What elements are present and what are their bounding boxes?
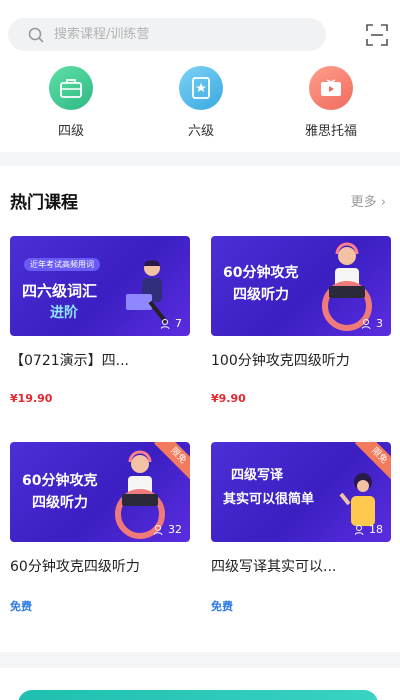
banner-line1: 四六级词汇 [22, 282, 98, 300]
learner-count: 7 [161, 317, 182, 330]
banner-line2: 四级听力 [32, 495, 88, 511]
course-card[interactable]: 四级写译 其实可以很简单 限免 18 四级写译其实可以... 免费 [211, 442, 391, 614]
course-banner: 近年考试高频用词 四六级词汇 进阶 7 [10, 236, 190, 336]
top-panel: 四级 六级 雅思托福 [0, 0, 400, 152]
category-cet6[interactable]: 六级 [156, 66, 246, 139]
banner-tag: 近年考试高频用词 [24, 258, 100, 271]
course-title: 100分钟攻克四级听力 [211, 353, 350, 369]
category-label: 六级 [187, 124, 214, 139]
category-ielts-toefl[interactable]: 雅思托福 [286, 66, 376, 139]
user-icon [154, 524, 163, 535]
course-price: ¥19.90 [10, 392, 53, 405]
course-banner: 60分钟攻克 四级听力 限免 32 [10, 442, 190, 542]
course-banner: 60分钟攻克 四级听力 3 [211, 236, 391, 336]
course-title: 【0721演示】四... [10, 353, 129, 369]
course-title: 60分钟攻克四级听力 [10, 559, 140, 575]
hot-courses-section: 热门课程 更多 › 近年考试高频用词 四六级词汇 进阶 7 【0721演示】四.… [0, 166, 400, 652]
user-icon [161, 318, 170, 329]
course-price: ¥9.90 [211, 392, 246, 405]
learner-count: 18 [355, 523, 383, 536]
user-icon [355, 524, 364, 535]
promo-banner[interactable] [18, 690, 378, 700]
briefcase-icon [49, 66, 93, 110]
banner-line1: 四级写译 [231, 468, 284, 483]
category-label: 雅思托福 [304, 124, 357, 139]
section-header: 热门课程 更多 › [10, 188, 386, 213]
course-card[interactable]: 60分钟攻克 四级听力 限免 32 60分钟攻克四级听力 免费 [10, 442, 190, 614]
section-title: 热门课程 [10, 193, 78, 213]
learner-count-value: 3 [376, 317, 383, 330]
search-input[interactable] [54, 27, 294, 42]
course-title: 四级写译其实可以... [211, 559, 337, 575]
next-section-peek [0, 668, 400, 700]
user-icon [362, 318, 371, 329]
more-link[interactable]: 更多 › [351, 191, 386, 210]
banner-line2: 其实可以很简单 [223, 492, 315, 507]
course-card[interactable]: 近年考试高频用词 四六级词汇 进阶 7 【0721演示】四... ¥19.90 [10, 236, 190, 405]
learner-count: 32 [154, 523, 182, 536]
learner-count-value: 7 [175, 317, 182, 330]
course-price: 免费 [211, 600, 233, 613]
search-bar[interactable] [8, 18, 326, 51]
course-price: 免费 [10, 600, 32, 613]
category-label: 四级 [57, 124, 84, 139]
category-cet4[interactable]: 四级 [26, 66, 116, 139]
learner-count: 3 [362, 317, 383, 330]
banner-line1: 60分钟攻克 [223, 265, 299, 281]
course-banner: 四级写译 其实可以很简单 限免 18 [211, 442, 391, 542]
learner-count-value: 32 [168, 523, 182, 536]
banner-line2: 进阶 [50, 305, 78, 321]
course-card[interactable]: 60分钟攻克 四级听力 3 100分钟攻克四级听力 ¥9.90 [211, 236, 391, 405]
learner-count-value: 18 [369, 523, 383, 536]
banner-line2: 四级听力 [233, 287, 289, 303]
category-row: 四级 六级 雅思托福 [0, 66, 400, 146]
banner-line1: 60分钟攻克 [22, 473, 98, 489]
search-icon [28, 27, 44, 43]
scan-icon[interactable] [366, 24, 388, 46]
video-play-icon [309, 66, 353, 110]
certificate-icon [179, 66, 223, 110]
